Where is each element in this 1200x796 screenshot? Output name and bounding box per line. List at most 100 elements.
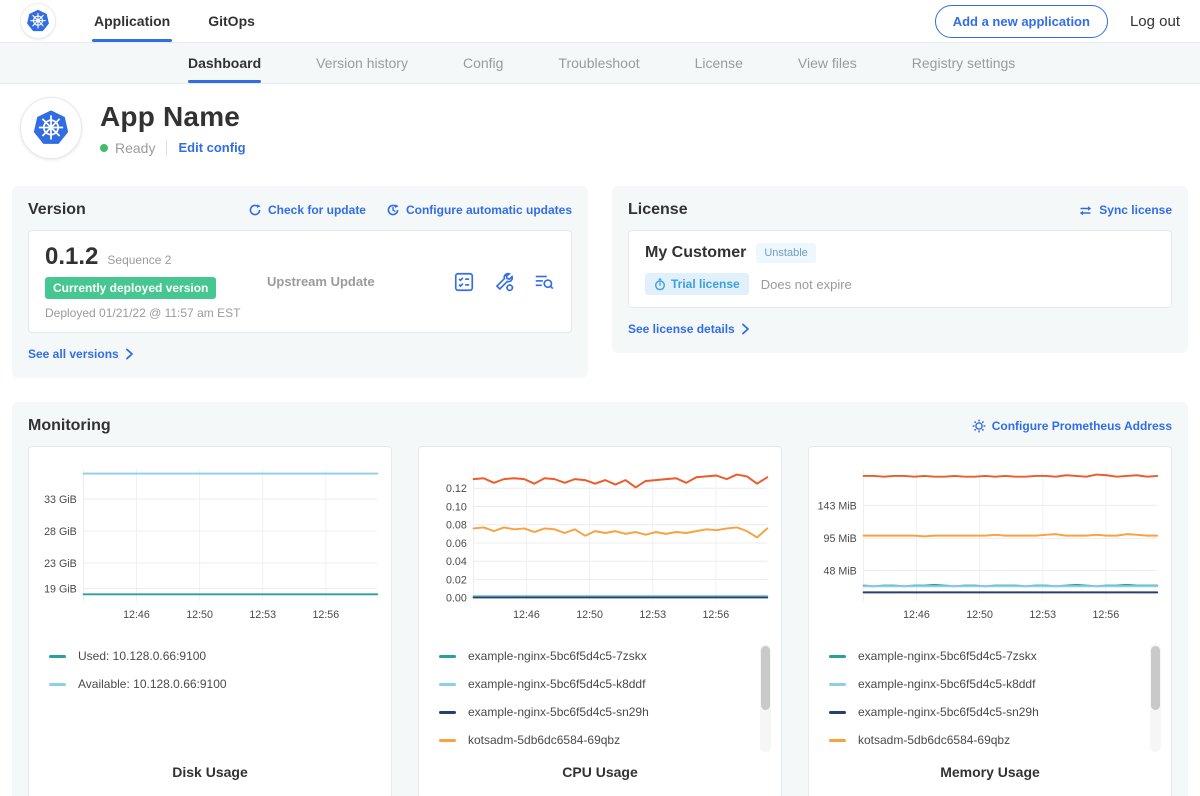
legend-item: Used: 10.128.0.66:9100 [49,642,381,670]
svg-text:28 GiB: 28 GiB [44,526,77,538]
check-for-update-link[interactable]: Check for update [248,203,366,217]
memory-usage-legend: example-nginx-5bc6f5d4c5-7zskx example-ng… [829,642,1161,756]
cpu-usage-card: 0.000.020.040.060.080.100.1212:4612:5012… [418,446,782,796]
license-box: My Customer Unstable Trial license Does … [628,230,1172,308]
top-nav: Application GitOps Add a new application… [0,0,1200,42]
edit-config-link[interactable]: Edit config [178,140,245,155]
legend-label: example-nginx-5bc6f5d4c5-k8ddf [468,677,645,691]
legend-color-dash [829,711,846,714]
memory-usage-card: 48 MiB95 MiB143 MiB12:4612:5012:5312:56 … [808,446,1172,796]
kubernetes-helm-icon [24,7,52,35]
cpu-usage-chart[interactable]: 0.000.020.040.060.080.100.1212:4612:5012… [419,459,781,632]
sync-arrows-icon [1078,204,1093,217]
disk-usage-chart[interactable]: 19 GiB23 GiB28 GiB33 GiB12:4612:5012:531… [29,459,391,632]
license-expiry: Does not expire [761,277,852,292]
configure-prometheus-link[interactable]: Configure Prometheus Address [972,419,1172,433]
deploy-logs-icon[interactable] [533,271,555,293]
kubernetes-helm-icon [29,106,73,150]
deployed-version-badge: Currently deployed version [45,277,216,299]
tab-gitops[interactable]: GitOps [206,0,257,42]
update-type-label: Upstream Update [267,274,375,289]
see-license-details-link[interactable]: See license details [628,322,750,336]
svg-text:143 MiB: 143 MiB [818,500,857,512]
legend-label: example-nginx-5bc6f5d4c5-7zskx [858,649,1037,663]
logout-button[interactable]: Log out [1130,13,1180,30]
legend-label: example-nginx-5bc6f5d4c5-sn29h [858,705,1039,719]
stopwatch-icon [654,278,666,291]
chevron-right-icon [741,323,750,335]
app-sub-nav: Dashboard Version history Config Trouble… [0,42,1200,84]
add-application-button[interactable]: Add a new application [935,5,1108,38]
svg-text:12:53: 12:53 [639,609,666,621]
tab-config[interactable]: Config [463,43,503,83]
svg-text:0.12: 0.12 [446,483,467,495]
legend-item: example-nginx-5bc6f5d4c5-sn29h [829,698,1161,726]
svg-text:0.10: 0.10 [446,501,467,513]
svg-text:12:53: 12:53 [249,609,276,621]
svg-text:0.04: 0.04 [446,556,467,568]
tab-license[interactable]: License [695,43,743,83]
legend-item: example-nginx-5bc6f5d4c5-k8ddf [439,670,771,698]
preflight-checks-icon[interactable] [453,271,475,293]
chart-canvas: 48 MiB95 MiB143 MiB12:4612:5012:5312:56 [815,459,1165,627]
svg-text:12:46: 12:46 [903,609,930,621]
cpu-usage-legend: example-nginx-5bc6f5d4c5-7zskx example-ng… [439,642,771,756]
legend-label: example-nginx-5bc6f5d4c5-7zskx [468,649,647,663]
app-header: App Name Ready Edit config [0,84,1200,174]
clock-refresh-icon [386,203,400,217]
legend-label: example-nginx-5bc6f5d4c5-k8ddf [858,677,1035,691]
legend-color-dash [439,711,456,714]
chart-canvas: 19 GiB23 GiB28 GiB33 GiB12:4612:5012:531… [35,459,385,627]
status-dot [100,144,108,152]
tab-application[interactable]: Application [92,0,172,42]
version-card-title: Version [28,201,86,219]
svg-text:23 GiB: 23 GiB [44,558,77,570]
tab-dashboard[interactable]: Dashboard [188,43,261,83]
version-card: Version Check for update Configure au [12,186,588,378]
svg-text:12:56: 12:56 [702,609,729,621]
legend-color-dash [49,655,66,658]
tab-registry-settings[interactable]: Registry settings [912,43,1015,83]
legend-label: example-nginx-5bc6f5d4c5-sn29h [468,705,649,719]
legend-label: Used: 10.128.0.66:9100 [78,649,206,663]
cpu-usage-title: CPU Usage [419,764,781,780]
svg-text:12:50: 12:50 [576,609,603,621]
divider [166,140,167,156]
legend-item: kotsadm-5db6dc6584-69qbz [829,726,1161,754]
svg-text:19 GiB: 19 GiB [44,583,77,595]
app-avatar [20,97,82,159]
svg-text:12:53: 12:53 [1029,609,1056,621]
disk-usage-legend: Used: 10.128.0.66:9100Available: 10.128.… [49,642,381,756]
svg-text:12:56: 12:56 [312,609,339,621]
disk-usage-card: 19 GiB23 GiB28 GiB33 GiB12:4612:5012:531… [28,446,392,796]
kubernetes-logo[interactable] [20,3,56,39]
tab-troubleshoot[interactable]: Troubleshoot [558,43,639,83]
license-card-title: License [628,201,688,219]
chevron-right-icon [125,348,134,360]
config-wrench-icon[interactable] [493,271,515,293]
legend-label: kotsadm-5db6dc6584-69qbz [858,733,1010,747]
tab-version-history[interactable]: Version history [316,43,408,83]
configure-automatic-updates-link[interactable]: Configure automatic updates [386,203,572,217]
legend-color-dash [829,739,846,742]
legend-scrollbar[interactable] [760,644,771,752]
svg-text:12:46: 12:46 [123,609,150,621]
legend-item: example-nginx-5bc6f5d4c5-7zskx [829,642,1161,670]
memory-usage-chart[interactable]: 48 MiB95 MiB143 MiB12:4612:5012:5312:56 [809,459,1171,632]
legend-color-dash [829,683,846,686]
page-title: App Name [100,101,246,133]
legend-item: example-nginx-5bc6f5d4c5-7zskx [439,642,771,670]
memory-usage-title: Memory Usage [809,764,1171,780]
disk-usage-title: Disk Usage [29,764,391,780]
svg-text:12:50: 12:50 [186,609,213,621]
version-sequence: Sequence 2 [107,253,171,267]
legend-item: kotsadm-5db6dc6584-69qbz [439,726,771,754]
legend-item: example-nginx-5bc6f5d4c5-k8ddf [829,670,1161,698]
top-nav-right: Add a new application Log out [935,5,1180,38]
sync-license-link[interactable]: Sync license [1078,203,1172,217]
monitoring-title: Monitoring [28,417,111,435]
legend-scrollbar[interactable] [1150,644,1161,752]
see-all-versions-link[interactable]: See all versions [28,347,134,361]
refresh-icon [248,203,262,217]
tab-view-files[interactable]: View files [798,43,857,83]
